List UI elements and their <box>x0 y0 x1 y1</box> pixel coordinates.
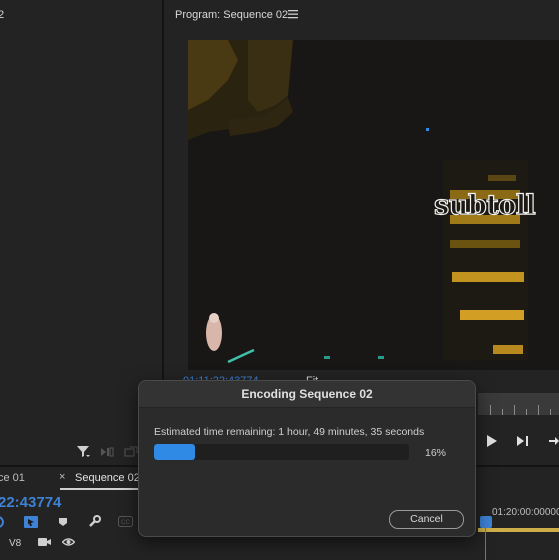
svg-text:CC: CC <box>121 520 130 526</box>
progress-bar <box>154 444 409 460</box>
track-label-v8[interactable]: V8 <box>9 538 21 549</box>
wrench-icon[interactable] <box>88 515 101 528</box>
filter-icon[interactable] <box>76 444 90 458</box>
linked-selection-icon[interactable] <box>24 516 38 528</box>
snap-icon[interactable] <box>0 516 6 528</box>
tab-sequence-01[interactable]: ce 01 <box>0 472 25 484</box>
dialog-title: Encoding Sequence 02 <box>241 387 373 401</box>
scrubber-tick <box>514 405 515 415</box>
captions-icon[interactable]: CC <box>118 516 133 527</box>
progress-bar-fill <box>154 444 195 460</box>
active-tab-indicator <box>60 488 140 490</box>
scrubber-tick <box>538 405 539 415</box>
step-forward-icon[interactable] <box>516 435 530 447</box>
playhead-handle[interactable] <box>480 516 492 528</box>
source-panel-tab[interactable]: 2 <box>0 9 4 21</box>
program-scrubber[interactable] <box>478 393 559 415</box>
hamburger-icon[interactable] <box>288 8 298 20</box>
overwrite-icon[interactable] <box>124 446 138 458</box>
scrubber-tick <box>502 409 503 415</box>
program-monitor-title[interactable]: Program: Sequence 02 <box>175 9 288 21</box>
ruler-timecode-label: 01:20:00:00000 <box>492 507 559 518</box>
eye-icon[interactable] <box>62 537 75 547</box>
tab-sequence-02[interactable]: Sequence 02 <box>75 472 140 484</box>
go-to-out-icon[interactable] <box>548 435 559 447</box>
subtitle-overlay: subtoll <box>433 189 536 221</box>
playhead-line <box>485 528 486 560</box>
timeline-timecode[interactable]: 22:43774 <box>0 494 61 511</box>
scrubber-tick <box>526 409 527 415</box>
play-icon[interactable] <box>486 435 498 447</box>
camera-icon[interactable] <box>38 537 51 547</box>
progress-percent: 16% <box>425 447 447 459</box>
source-panel-header <box>0 0 162 32</box>
scrubber-tick <box>550 409 551 415</box>
estimated-time-remaining: Estimated time remaining: 1 hour, 49 min… <box>154 426 425 438</box>
insert-icon[interactable] <box>100 446 114 458</box>
transport-controls <box>478 430 559 452</box>
encoding-dialog: Encoding Sequence 02 Estimated time rema… <box>138 380 476 537</box>
scrubber-tick <box>490 405 491 415</box>
add-marker-icon[interactable] <box>58 517 68 527</box>
cancel-button[interactable]: Cancel <box>389 510 464 529</box>
close-icon[interactable]: × <box>59 471 65 483</box>
work-area-bar[interactable] <box>478 528 559 532</box>
